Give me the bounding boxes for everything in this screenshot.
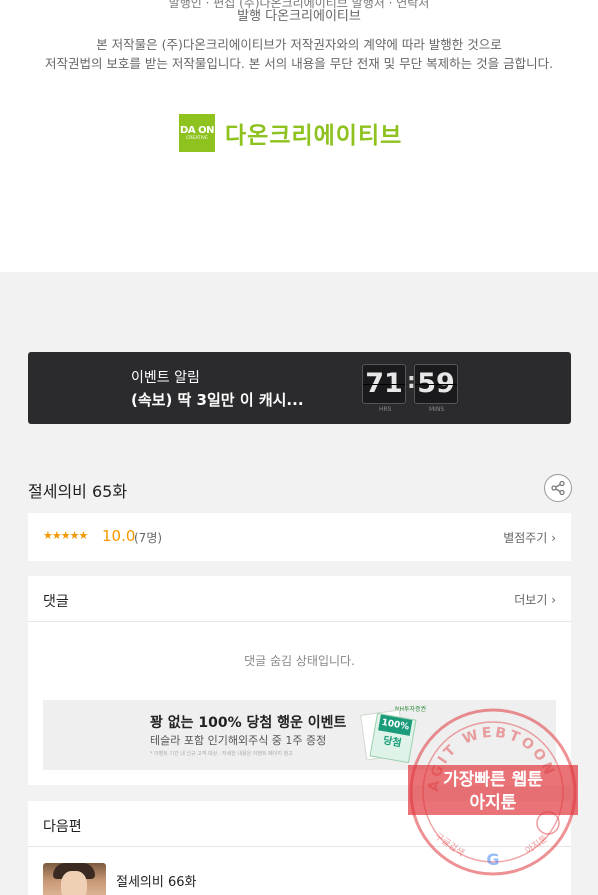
logo-wordmark: 다온크리에이티브 [225,123,403,149]
star-rating-icon: ★★★★★ [43,529,88,542]
hours-label: HRS [379,406,392,413]
event-headline: (속보) 딱 3일만 이 캐시... [131,391,304,409]
event-banner[interactable]: 이벤트 알림 (속보) 딱 3일만 이 캐시... 71 : 59 HRS MI… [28,352,571,424]
rating-count: (7명) [134,531,163,545]
copyright-line-1: 본 저작물은 (주)다온크리에이티브가 저작권자와의 계약에 따라 발행한 것으… [96,37,502,52]
comments-card: 댓글 더보기 › 댓글 숨김 상태입니다. 꽝 없는 100% 당첨 행운 이벤… [28,576,571,785]
ad-fineprint: * 이벤트 기간 내 신규 고객 대상 · 자세한 내용은 이벤트 페이지 참고 [150,751,293,757]
share-button[interactable] [544,474,572,502]
chevron-right-icon: › [551,593,556,607]
rate-button[interactable]: 별점주기 › [503,529,556,546]
copyright-line-2: 저작권법의 보호를 받는 저작물입니다. 본 서의 내용을 무단 전재 및 무단… [44,56,554,71]
next-title: 다음편 [43,819,82,835]
ad-headline: 꽝 없는 100% 당첨 행운 이벤트 [150,715,347,731]
event-label: 이벤트 알림 [131,370,200,386]
countdown-minutes: 59 [414,364,458,404]
comments-more-link[interactable]: 더보기 › [514,591,556,608]
next-episode-title[interactable]: 절세의비 66화 [116,871,196,890]
divider [28,621,571,622]
comments-title: 댓글 [43,594,69,610]
episode-title: 절세의비 65화 [28,482,128,501]
share-icon [551,480,565,496]
book-footer: 발행인 · 편집 (주)다온크리에이티브 발행처 · 연락처 발행 다온크리에이… [0,0,598,272]
logo-mark: DA ON CREATIVE [179,114,215,152]
publisher-line: 발행 다온크리에이티브 [237,9,361,24]
comments-hidden-message: 댓글 숨김 상태입니다. [244,654,355,668]
copyright-notice: 본 저작물은 (주)다온크리에이티브가 저작권자와의 계약에 따라 발행한 것으… [0,35,598,73]
countdown-hours: 71 [362,364,406,404]
minutes-label: MINS [429,406,445,413]
next-episode-card: 다음편 절세의비 66화 [28,801,571,895]
rating-score: 10.0 [102,527,136,545]
ad-prize-card: 100% 당첨 [369,712,417,764]
ad-banner[interactable]: 꽝 없는 100% 당첨 행운 이벤트 테슬라 포함 인기해외주식 중 1주 증… [43,700,556,770]
ad-subline: 테슬라 포함 인기해외주식 중 1주 증정 [150,734,327,747]
divider [28,846,571,847]
chevron-right-icon: › [551,531,556,545]
rating-card: ★★★★★ 10.0 (7명) 별점주기 › [28,513,571,561]
next-episode-thumbnail[interactable] [43,863,106,895]
publisher-logo: DA ON CREATIVE 다온크리에이티브 [179,113,402,153]
